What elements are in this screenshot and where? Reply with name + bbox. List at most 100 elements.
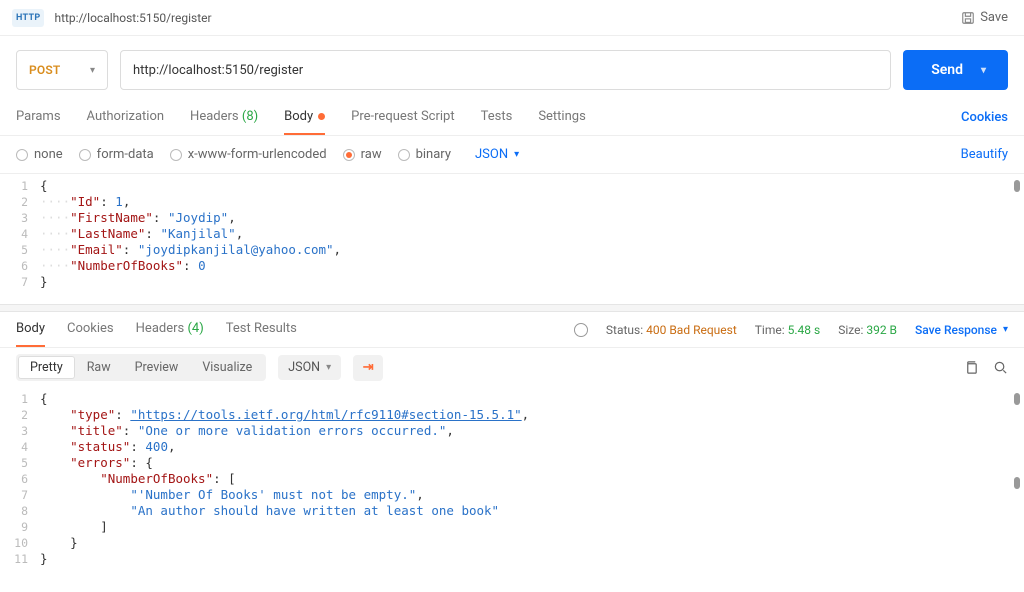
line-number: 1: [0, 391, 40, 407]
method-select[interactable]: POST ▾: [16, 50, 108, 90]
line-number: 5: [0, 242, 40, 258]
line-number: 6: [0, 258, 40, 274]
wrap-icon: ⇥: [363, 360, 374, 375]
code-token: "NumberOfBooks": [70, 258, 183, 273]
body-type-urlencoded[interactable]: x-www-form-urlencoded: [170, 147, 327, 162]
scrollbar-thumb[interactable]: [1014, 477, 1020, 489]
code-token: {: [40, 391, 48, 407]
copy-icon[interactable]: [964, 360, 979, 375]
view-preview[interactable]: Preview: [123, 356, 191, 379]
line-number: 5: [0, 455, 40, 471]
request-body-editor[interactable]: 1{ 2····"Id": 1, 3····"FirstName": "Joyd…: [0, 174, 1024, 304]
chevron-down-icon: ▾: [981, 65, 986, 76]
code-token: "Email": [70, 242, 123, 257]
view-raw[interactable]: Raw: [75, 356, 123, 379]
tab-body-label: Body: [284, 109, 313, 124]
save-response-label: Save Response: [915, 323, 997, 337]
line-number: 6: [0, 471, 40, 487]
response-body-viewer[interactable]: 1{ 2 "type": "https://tools.ietf.org/htm…: [0, 387, 1024, 571]
view-pretty[interactable]: Pretty: [18, 356, 75, 379]
save-button[interactable]: Save: [961, 10, 1008, 25]
cookies-link[interactable]: Cookies: [961, 110, 1008, 125]
save-label: Save: [980, 10, 1008, 25]
code-token: }: [70, 535, 78, 550]
code-token: ,: [334, 242, 342, 257]
line-number: 3: [0, 423, 40, 439]
globe-icon[interactable]: [574, 323, 588, 337]
line-number: 7: [0, 487, 40, 503]
http-badge-icon: HTTP: [12, 9, 44, 27]
tab-authorization[interactable]: Authorization: [87, 100, 165, 135]
response-headers-count: (4): [187, 321, 203, 336]
code-token: ]: [100, 519, 108, 534]
response-tab-headers-label: Headers: [136, 321, 185, 336]
code-token: }: [40, 551, 48, 567]
tab-prerequest[interactable]: Pre-request Script: [351, 100, 454, 135]
response-tab-headers[interactable]: Headers (4): [136, 312, 204, 347]
code-token: "Kanjilal": [160, 226, 235, 241]
search-icon[interactable]: [993, 360, 1008, 375]
line-number: 10: [0, 535, 40, 551]
send-button[interactable]: Send ▾: [903, 50, 1008, 90]
body-type-binary[interactable]: binary: [398, 147, 451, 162]
tab-body[interactable]: Body: [284, 100, 325, 135]
response-tab-tests[interactable]: Test Results: [226, 312, 297, 347]
tab-tests[interactable]: Tests: [481, 100, 513, 135]
headers-count: (8): [242, 109, 258, 124]
radio-icon: [170, 149, 182, 161]
scrollbar-thumb[interactable]: [1014, 393, 1020, 405]
tab-settings[interactable]: Settings: [538, 100, 585, 135]
send-label: Send: [931, 62, 963, 78]
url-input[interactable]: http://localhost:5150/register: [120, 50, 891, 90]
line-number: 1: [0, 178, 40, 194]
code-token: ,: [446, 423, 454, 438]
chevron-down-icon: ▾: [514, 149, 519, 160]
save-response-button[interactable]: Save Response ▾: [915, 323, 1008, 337]
radio-icon: [79, 149, 91, 161]
tab-params[interactable]: Params: [16, 100, 61, 135]
radio-icon: [398, 149, 410, 161]
save-icon: [961, 11, 975, 25]
wrap-lines-button[interactable]: ⇥: [353, 355, 383, 381]
code-token: :: [145, 226, 160, 241]
tab-headers[interactable]: Headers (8): [190, 100, 258, 135]
response-format-select[interactable]: JSON▾: [278, 355, 341, 380]
code-token: ,: [168, 439, 176, 454]
code-token: "NumberOfBooks": [100, 471, 213, 486]
line-number: 11: [0, 551, 40, 567]
response-tab-body[interactable]: Body: [16, 312, 45, 347]
pane-divider[interactable]: [0, 304, 1024, 312]
body-type-label: binary: [416, 147, 451, 162]
line-number: 2: [0, 407, 40, 423]
scrollbar-thumb[interactable]: [1014, 180, 1020, 192]
code-token: {: [145, 455, 153, 470]
line-number: 8: [0, 503, 40, 519]
code-token: :: [153, 210, 168, 225]
beautify-link[interactable]: Beautify: [961, 147, 1008, 162]
body-type-formdata[interactable]: form-data: [79, 147, 154, 162]
code-token: }: [40, 274, 48, 290]
code-token: ,: [522, 407, 530, 422]
code-token: ,: [228, 210, 236, 225]
response-tab-cookies[interactable]: Cookies: [67, 312, 114, 347]
code-token: "'Number Of Books' must not be empty.": [130, 487, 416, 502]
line-number: 3: [0, 210, 40, 226]
size-meta: Size: 392 B: [838, 323, 897, 337]
chevron-down-icon: ▾: [1003, 324, 1008, 335]
code-token: ,: [123, 194, 131, 209]
body-type-label: form-data: [97, 147, 154, 162]
chevron-down-icon: ▾: [90, 65, 95, 76]
code-token: "title": [70, 423, 123, 438]
view-visualize[interactable]: Visualize: [190, 356, 264, 379]
code-token: "type": [70, 407, 115, 422]
body-format-select[interactable]: JSON▾: [475, 147, 519, 162]
body-type-none[interactable]: none: [16, 147, 63, 162]
line-number: 9: [0, 519, 40, 535]
body-type-raw[interactable]: raw: [343, 147, 382, 162]
code-token: "An author should have written at least …: [130, 503, 499, 518]
code-token[interactable]: "https://tools.ietf.org/html/rfc9110#sec…: [130, 407, 521, 422]
code-token: :: [123, 242, 138, 257]
code-token: 0: [198, 258, 206, 273]
body-type-label: none: [34, 147, 63, 162]
radio-icon: [343, 149, 355, 161]
